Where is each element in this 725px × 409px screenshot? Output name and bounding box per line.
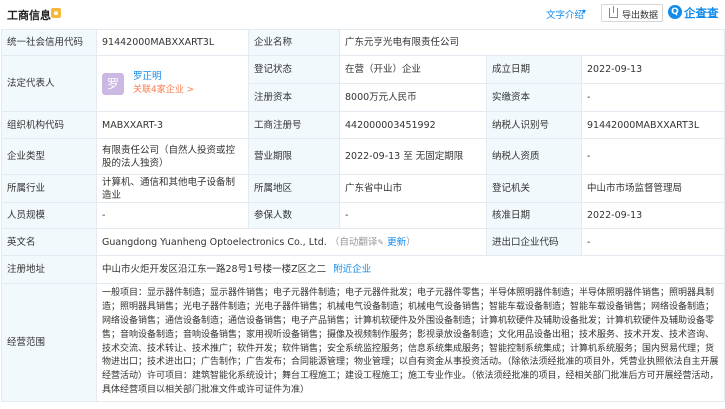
region-label: 所属地区: [248, 174, 340, 203]
english-name-value: Guangdong Yuanheng Optoelectronics Co., …: [102, 236, 327, 248]
avatar[interactable]: 罗: [102, 72, 124, 95]
import-export-code-label: 进出口企业代码: [486, 228, 582, 256]
legal-rep-name-link[interactable]: 罗正明: [133, 71, 162, 82]
company-type-value: 有限责任公司（自然人投资或控股的法人独资）: [96, 138, 249, 175]
reg-status-label: 登记状态: [248, 55, 340, 84]
export-data-label: 导出数据: [622, 11, 659, 21]
export-data-button[interactable]: 导出数据: [601, 4, 663, 22]
industry-label: 所属行业: [1, 174, 97, 203]
business-info-table: 统一社会信用代码 91442000MABXXART3L 企业名称 广东元亨光电有…: [1, 29, 725, 402]
paid-capital-value: -: [581, 83, 725, 112]
section-title: 工商信息: [7, 9, 51, 22]
authority-label: 登记机关: [486, 174, 582, 203]
legal-rep-label: 法定代表人: [1, 55, 97, 112]
approved-date-label: 核准日期: [486, 202, 582, 229]
legal-rep-cell: 罗 罗正明 关联4家企业 >: [96, 55, 249, 112]
english-name-label: 英文名: [1, 228, 97, 256]
english-name-cell: Guangdong Yuanheng Optoelectronics Co., …: [96, 228, 487, 256]
table-row: 法定代表人 罗 罗正明 关联4家企业 > 登记状态 在营（开业）企业 成立日期 …: [1, 55, 725, 112]
address-value: 中山市火炬开发区沿江东一路28号1号楼一楼Z区之二: [102, 264, 327, 275]
section-header: 工商信息 ▪ 文字介绍 ▾ 导出数据 Q 企查查: [0, 0, 725, 28]
company-type-label: 企业类型: [1, 138, 97, 175]
nearby-companies-link[interactable]: 附近企业: [333, 264, 371, 275]
staff-size-value: -: [96, 202, 249, 229]
address-cell: 中山市火炬开发区沿江东一路28号1号楼一楼Z区之二 附近企业: [96, 255, 725, 284]
brand-mark-icon: Q: [668, 5, 682, 19]
download-icon: [609, 6, 618, 18]
region-value: 广东省中山市: [339, 174, 487, 203]
import-export-code-value: -: [581, 228, 725, 256]
brand-text: 企查查: [684, 6, 719, 20]
business-term-label: 营业期限: [248, 138, 340, 175]
credit-code-label: 统一社会信用代码: [1, 29, 97, 56]
company-name-value: 广东元亨光电有限责任公司: [339, 29, 725, 56]
pencil-icon: ✎: [377, 237, 385, 247]
table-row: 统一社会信用代码 91442000MABXXART3L 企业名称 广东元亨光电有…: [1, 29, 725, 56]
taxpayer-qual-value: -: [581, 138, 725, 175]
business-scope-label: 经营范围: [1, 283, 97, 402]
auto-translate-close: ）: [406, 236, 416, 248]
org-code-label: 组织机构代码: [1, 111, 97, 139]
update-translation-link[interactable]: 更新: [387, 237, 406, 248]
table-row: 注册地址 中山市火炬开发区沿江东一路28号1号楼一楼Z区之二 附近企业: [1, 255, 725, 284]
staff-size-label: 人员规模: [1, 202, 97, 229]
industry-value: 计算机、通信和其他电子设备制造业: [96, 174, 249, 203]
table-row: 企业类型 有限责任公司（自然人投资或控股的法人独资） 营业期限 2022-09-…: [1, 138, 725, 175]
auto-translate-note: （自动翻译: [329, 236, 378, 248]
credit-code-value: 91442000MABXXART3L: [96, 29, 249, 56]
established-value: 2022-09-13: [581, 55, 725, 84]
business-term-value: 2022-09-13 至 无固定期限: [339, 138, 487, 175]
related-companies-link[interactable]: 关联4家企业 >: [133, 85, 194, 95]
brand-logo: Q 企查查: [668, 4, 722, 22]
insured-label: 参保人数: [248, 202, 340, 229]
table-row: 所属行业 计算机、通信和其他电子设备制造业 所属地区 广东省中山市 登记机关 中…: [1, 174, 725, 203]
lock-icon: ▪: [51, 8, 61, 18]
business-scope-value: 一般项目：显示器件制造；显示器件销售；电子元器件制造；电子元器件批发；电子元器件…: [96, 283, 725, 402]
reg-capital-label: 注册资本: [248, 83, 340, 112]
taxpayer-qual-label: 纳税人资质: [486, 138, 582, 175]
table-row: 经营范围 一般项目：显示器件制造；显示器件销售；电子元器件制造；电子元器件批发；…: [1, 283, 725, 402]
text-intro-link[interactable]: 文字介绍: [546, 7, 584, 21]
established-label: 成立日期: [486, 55, 582, 84]
approved-date-value: 2022-09-13: [581, 202, 725, 229]
reg-no-value: 442000003451992: [339, 111, 487, 139]
taxpayer-id-value: 91442000MABXXART3L: [581, 111, 725, 139]
taxpayer-id-label: 纳税人识别号: [486, 111, 582, 139]
reg-no-label: 工商注册号: [248, 111, 340, 139]
reg-capital-value: 8000万元人民币: [339, 83, 487, 112]
insured-value: -: [339, 202, 487, 229]
address-label: 注册地址: [1, 255, 97, 284]
paid-capital-label: 实缴资本: [486, 83, 582, 112]
chevron-down-icon[interactable]: ▾: [582, 7, 586, 16]
reg-status-value: 在营（开业）企业: [339, 55, 487, 84]
table-row: 组织机构代码 MABXXART-3 工商注册号 442000003451992 …: [1, 111, 725, 139]
authority-value: 中山市市场监督管理局: [581, 174, 725, 203]
org-code-value: MABXXART-3: [96, 111, 249, 139]
company-name-label: 企业名称: [248, 29, 340, 56]
table-row: 人员规模 - 参保人数 - 核准日期 2022-09-13: [1, 202, 725, 229]
table-row: 英文名 Guangdong Yuanheng Optoelectronics C…: [1, 228, 725, 256]
